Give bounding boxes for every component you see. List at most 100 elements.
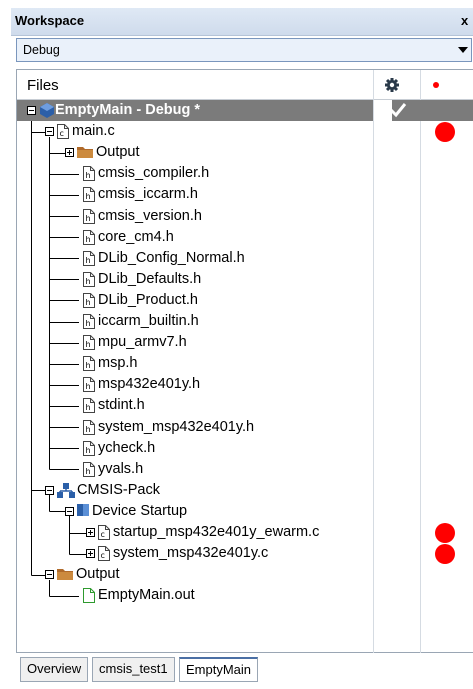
project-icon — [40, 103, 54, 118]
c-file-icon: c — [98, 546, 110, 562]
collapse-icon[interactable] — [45, 485, 54, 495]
h-file-icon: h — [83, 440, 95, 456]
h-file-icon: h — [83, 398, 95, 414]
tree-item[interactable]: h DLib_Product.h — [17, 290, 367, 311]
tree-item[interactable]: CMSIS-Pack — [17, 480, 367, 501]
tree-item[interactable]: h yvals.h — [17, 459, 367, 480]
svg-text:h: h — [86, 382, 91, 391]
tree-item[interactable]: c main.c — [17, 121, 367, 142]
svg-text:h: h — [86, 340, 91, 349]
h-file-icon: h — [83, 166, 95, 182]
h-file-icon: h — [83, 292, 95, 308]
svg-text:c: c — [101, 551, 105, 560]
tree-item-label: stdint.h — [98, 397, 145, 414]
project-node[interactable]: EmptyMain - Debug * — [17, 100, 373, 121]
tree-item[interactable]: h msp432e401y.h — [17, 374, 367, 395]
tree-item-label: system_msp432e401y.h — [98, 418, 255, 435]
c-file-icon: c — [57, 124, 69, 140]
svg-text:h: h — [86, 192, 91, 201]
tree-item[interactable]: h system_msp432e401y.h — [17, 417, 367, 438]
tree-item[interactable]: h DLib_Config_Normal.h — [17, 248, 367, 269]
tree-item[interactable]: h iccarm_builtin.h — [17, 311, 367, 332]
expand-icon[interactable] — [86, 528, 95, 537]
tree-item-label: msp.h — [98, 355, 138, 372]
tree-item[interactable]: h cmsis_iccarm.h — [17, 184, 367, 205]
h-file-icon: h — [83, 461, 95, 477]
h-file-icon: h — [83, 356, 95, 372]
h-file-icon: h — [83, 208, 95, 224]
tree-item[interactable]: h stdint.h — [17, 395, 367, 416]
tree-item-label: cmsis_version.h — [98, 207, 202, 224]
svg-text:h: h — [86, 425, 91, 434]
svg-text:h: h — [86, 214, 91, 223]
tree-item-label: EmptyMain.out — [98, 587, 195, 604]
tree-item-label: cmsis_iccarm.h — [98, 186, 198, 203]
tree-item[interactable]: h msp.h — [17, 353, 367, 374]
folder-icon — [77, 145, 93, 159]
tree-item-label: main.c — [72, 123, 115, 140]
tree-item[interactable]: EmptyMain.out — [17, 585, 367, 606]
tree-item[interactable]: h cmsis_compiler.h — [17, 163, 367, 184]
tree-item[interactable]: Device Startup — [17, 501, 367, 522]
tree-item[interactable]: h ycheck.h — [17, 438, 367, 459]
tree-item-label: DLib_Product.h — [98, 291, 198, 308]
tree-item-label: yvals.h — [98, 460, 144, 477]
tree-item[interactable]: h mpu_armv7.h — [17, 332, 367, 353]
tab-overview[interactable]: Overview — [20, 657, 89, 682]
tree-item-label: EmptyMain - Debug * — [55, 102, 201, 118]
h-file-icon: h — [83, 314, 95, 329]
pack-icon — [57, 482, 75, 498]
tree-item-label: system_msp432e401y.c — [113, 545, 269, 562]
svg-text:h: h — [86, 235, 91, 244]
h-file-icon: h — [83, 229, 95, 245]
h-file-icon: h — [83, 250, 95, 266]
expand-icon[interactable] — [65, 148, 74, 158]
breakpoint-icon[interactable] — [435, 523, 455, 543]
breakpoint-icon[interactable] — [435, 122, 455, 143]
out-file-icon — [83, 588, 95, 604]
collapse-icon[interactable] — [45, 570, 54, 580]
tree-item-label: cmsis_compiler.h — [98, 165, 210, 182]
expand-icon[interactable] — [86, 549, 95, 559]
breakpoint-icon[interactable] — [435, 544, 455, 565]
tree-item-label: DLib_Defaults.h — [98, 270, 202, 287]
folder-icon — [57, 567, 73, 581]
tree-item-label: ycheck.h — [98, 439, 156, 456]
svg-text:h: h — [86, 319, 91, 328]
svg-text:h: h — [86, 467, 91, 476]
tree-item-label: CMSIS-Pack — [77, 481, 160, 498]
tree-item-label: mpu_armv7.h — [98, 334, 187, 351]
tree-item-label: Output — [96, 144, 140, 161]
tree-item-label: Output — [76, 566, 120, 583]
collapse-icon[interactable] — [45, 127, 54, 137]
tree-item[interactable]: Output — [17, 564, 367, 585]
h-file-icon: h — [83, 271, 95, 287]
svg-text:h: h — [86, 277, 91, 286]
tree-item-label: startup_msp432e401y_ewarm.c — [113, 524, 320, 540]
svg-text:c: c — [60, 129, 64, 138]
tree-item[interactable]: Output — [17, 142, 367, 163]
checkmark-icon[interactable] — [389, 102, 407, 118]
tree-item[interactable]: h core_cm4.h — [17, 227, 367, 248]
component-icon — [77, 503, 89, 516]
tree-item-label: iccarm_builtin.h — [98, 313, 199, 329]
h-file-icon: h — [83, 335, 95, 351]
collapse-icon[interactable] — [27, 106, 36, 115]
svg-text:h: h — [86, 361, 91, 370]
tree-item[interactable]: c system_msp432e401y.c — [17, 543, 367, 564]
tree-item-label: Device Startup — [92, 502, 188, 519]
collapse-icon[interactable] — [65, 506, 74, 516]
h-file-icon: h — [83, 377, 95, 393]
tab-cmsis-test1[interactable]: cmsis_test1 — [92, 657, 175, 682]
tree-item-label: DLib_Config_Normal.h — [98, 249, 245, 266]
svg-text:c: c — [101, 530, 105, 539]
tree-item-label: msp432e401y.h — [98, 376, 201, 393]
svg-text:h: h — [86, 298, 91, 307]
svg-text:h: h — [86, 256, 91, 265]
svg-text:h: h — [86, 403, 91, 412]
tree-item[interactable]: c startup_msp432e401y_ewarm.c — [17, 522, 367, 543]
tree-item[interactable]: h cmsis_version.h — [17, 206, 367, 227]
tab-emptymain[interactable]: EmptyMain — [179, 657, 259, 682]
tree-item[interactable]: h DLib_Defaults.h — [17, 269, 367, 290]
svg-text:h: h — [86, 446, 91, 455]
